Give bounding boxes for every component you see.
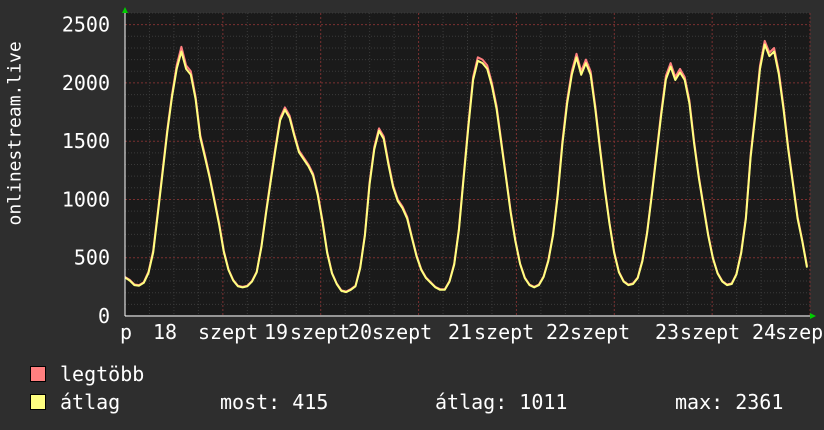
y-tick-label: 1500 [62, 129, 110, 153]
y-tick-label: 1000 [62, 187, 110, 211]
x-tick-label: szep [775, 320, 823, 344]
stat-current: most: 415 [220, 390, 329, 414]
legend-swatch-max [30, 366, 46, 382]
stat-max: max: 2361 [675, 390, 784, 414]
x-tick-label: 19 [264, 320, 288, 344]
y-tick-label: 500 [74, 246, 110, 270]
x-tick-label: szept [680, 320, 740, 344]
x-tick-label: szept [570, 320, 630, 344]
x-tick-label: 18 [153, 320, 177, 344]
y-axis: 0 500 1000 1500 2000 2500 [62, 13, 110, 328]
y-axis-label: onlinestream.live [4, 41, 26, 226]
x-tick-label: szept [372, 320, 432, 344]
x-axis: p 18 szept 19 szept20 szept 21 szept 22 szept 23 sz… [120, 320, 823, 344]
legend-label-max: legtöbb [60, 362, 145, 386]
legend-label-avg: átlag [60, 390, 121, 414]
legend-swatch-avg [30, 394, 46, 410]
x-axis-arrow-icon [810, 313, 816, 319]
legend-item-max: legtöbb [30, 362, 144, 386]
x-tick-label: 22 [546, 320, 570, 344]
y-tick-label: 2000 [62, 71, 110, 95]
x-tick-label: 20 [348, 320, 372, 344]
y-axis-arrow-icon [122, 7, 128, 13]
x-tick-label: 21 [448, 320, 472, 344]
x-tick-label: szept [290, 320, 350, 344]
y-tick-label: 2500 [62, 13, 110, 37]
x-tick-label: 24 [752, 320, 776, 344]
legend-item-avg: átlag [30, 390, 120, 414]
y-tick-label: 0 [98, 304, 110, 328]
x-tick-label: szept [198, 320, 258, 344]
stat-average: átlag: 1011 [435, 390, 568, 414]
x-tick-label: p [120, 320, 132, 344]
x-tick-label: 23 [655, 320, 679, 344]
x-tick-label: szept [474, 320, 534, 344]
